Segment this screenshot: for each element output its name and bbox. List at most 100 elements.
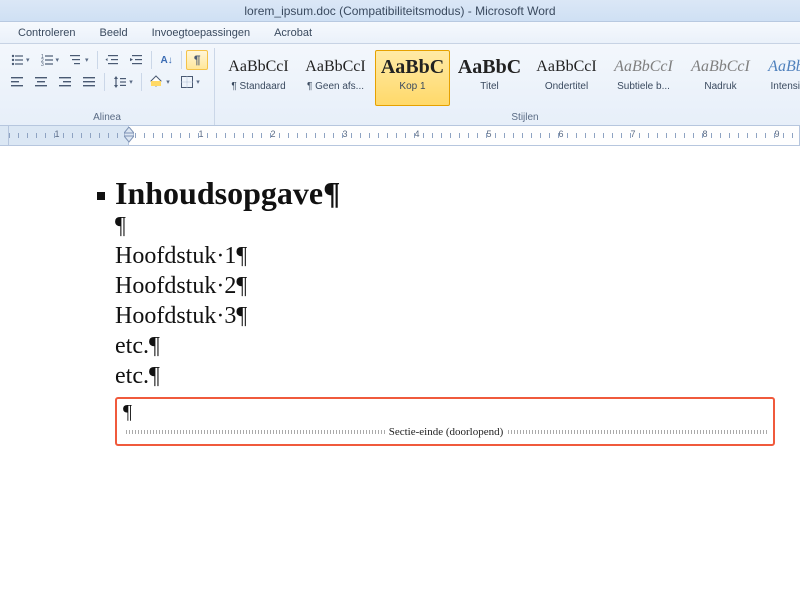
document-page[interactable]: Inhoudsopgave¶ ¶ Hoofdstuk·1¶Hoofdstuk·2… [0,146,800,600]
heading-text: Inhoudsopgave [115,176,323,211]
ruler-number: 3 [342,129,347,139]
ruler-number: 4 [414,129,419,139]
line-spacing-icon [113,75,127,89]
style-label: Titel [453,81,526,92]
align-right-button[interactable] [54,72,76,92]
ruler-number: 9 [774,129,779,139]
increase-indent-button[interactable] [125,50,147,70]
multilevel-icon [69,53,83,67]
numbering-button[interactable]: 123 ▾ [36,50,64,70]
style-label: Nadruk [684,81,757,92]
ruler-number: 6 [558,129,563,139]
pilcrow-mark: ¶ [236,303,247,329]
ribbon-group-alinea: ▾ 123 ▾ ▾ A↓ ¶ [0,48,215,125]
style-tile-subtiele-b-[interactable]: AaBbCcISubtiele b... [606,50,681,106]
align-left-icon [10,75,24,89]
ruler-number: 5 [486,129,491,139]
section-break-continuous[interactable]: Sectie-einde (doorlopend) [123,426,769,438]
style-sample: AaBbCcI [228,55,288,81]
indent-marker[interactable] [124,127,134,143]
pilcrow-mark: ¶ [236,243,247,269]
style-sample: AaBbCcI [536,55,596,81]
decrease-indent-icon [105,53,119,67]
paragraph-line[interactable]: etc.¶ [115,331,800,361]
paragraph-empty[interactable]: ¶ [115,211,800,241]
paragraph-text: Hoofdstuk·1 [115,243,236,269]
svg-text:3: 3 [41,62,44,67]
show-paragraph-marks-button[interactable]: ¶ [186,50,208,70]
style-sample: AaBbC [381,55,444,81]
paragraph-line[interactable]: Hoofdstuk·2¶ [115,271,800,301]
pilcrow-mark: ¶ [149,333,160,359]
paragraph-text: etc. [115,333,149,359]
style-label: Intensieve... [761,81,800,92]
paragraph-line[interactable]: Hoofdstuk·3¶ [115,301,800,331]
multilevel-list-button[interactable]: ▾ [65,50,93,70]
shading-button[interactable]: ▾ [146,72,174,92]
style-label: ¶ Geen afs... [299,81,372,92]
section-break-label: Sectie-einde (doorlopend) [387,426,506,438]
align-right-icon [58,75,72,89]
style-sample: AaBbCcI [768,55,800,81]
pilcrow-mark: ¶ [236,273,247,299]
pilcrow-mark: ¶ [123,401,132,423]
align-center-icon [34,75,48,89]
style-tile-nadruk[interactable]: AaBbCcINadruk [683,50,758,106]
pilcrow-mark: ¶ [323,176,340,211]
tab-acrobat[interactable]: Acrobat [262,22,324,44]
pilcrow-mark: ¶ [115,213,126,239]
style-label: ¶ Standaard [222,81,295,92]
justify-button[interactable] [78,72,100,92]
paragraph-text: Hoofdstuk·3 [115,303,236,329]
borders-button[interactable]: ▾ [176,72,204,92]
ruler-number: 7 [630,129,635,139]
heading-bullet-icon [97,192,105,200]
pilcrow-icon: ¶ [194,53,201,67]
paragraph-line[interactable]: etc.¶ [115,361,800,391]
style-label: Ondertitel [530,81,603,92]
paragraph-text: Hoofdstuk·2 [115,273,236,299]
style-sample: AaBbCcI [691,55,750,81]
increase-indent-icon [129,53,143,67]
paragraph-text: etc. [115,363,149,389]
numbering-icon: 123 [40,53,54,67]
style-sample: AaBbC [458,55,521,81]
ruler-number: 1 [54,129,59,139]
bullets-button[interactable]: ▾ [6,50,34,70]
style-label: Subtiele b... [607,81,680,92]
style-tile-intensieve-[interactable]: AaBbCcIIntensieve... [760,50,800,106]
heading-kop1[interactable]: Inhoudsopgave¶ [115,176,800,211]
bullets-icon [10,53,24,67]
sort-button[interactable]: A↓ [156,50,178,70]
shading-icon [150,75,164,89]
ribbon-tabs: Controleren Beeld Invoegtoepassingen Acr… [0,22,800,44]
style-tile-ondertitel[interactable]: AaBbCcIOndertitel [529,50,604,106]
ruler-number: 2 [270,129,275,139]
style-label: Kop 1 [376,81,449,92]
paragraph-line[interactable]: Hoofdstuk·1¶ [115,241,800,271]
justify-icon [82,75,96,89]
pilcrow-mark: ¶ [149,363,160,389]
horizontal-ruler[interactable]: 1 1 2 3 4 5 6 7 8 9 [0,126,800,146]
tab-beeld[interactable]: Beeld [87,22,139,44]
borders-icon [180,75,194,89]
ruler-number: 1 [198,129,203,139]
style-tile--geen-afs-[interactable]: AaBbCcI¶ Geen afs... [298,50,373,106]
align-left-button[interactable] [6,72,28,92]
window-titlebar: lorem_ipsum.doc (Compatibiliteitsmodus) … [0,0,800,22]
sort-icon: A↓ [160,55,172,66]
style-tile--standaard[interactable]: AaBbCcI¶ Standaard [221,50,296,106]
tab-invoegtoepassingen[interactable]: Invoegtoepassingen [140,22,262,44]
ribbon-group-stijlen: AaBbCcI¶ StandaardAaBbCcI¶ Geen afs...Aa… [215,48,800,125]
align-center-button[interactable] [30,72,52,92]
line-spacing-button[interactable]: ▾ [109,72,137,92]
group-label-alinea: Alinea [0,112,214,123]
ruler-number: 8 [702,129,707,139]
tab-controleren[interactable]: Controleren [6,22,87,44]
decrease-indent-button[interactable] [102,50,124,70]
style-tile-titel[interactable]: AaBbCTitel [452,50,527,106]
style-sample: AaBbCcI [614,55,673,81]
style-sample: AaBbCcI [305,55,365,81]
style-tile-kop-1[interactable]: AaBbCKop 1 [375,50,450,106]
highlighted-section-break: ¶ Sectie-einde (doorlopend) [115,397,775,446]
